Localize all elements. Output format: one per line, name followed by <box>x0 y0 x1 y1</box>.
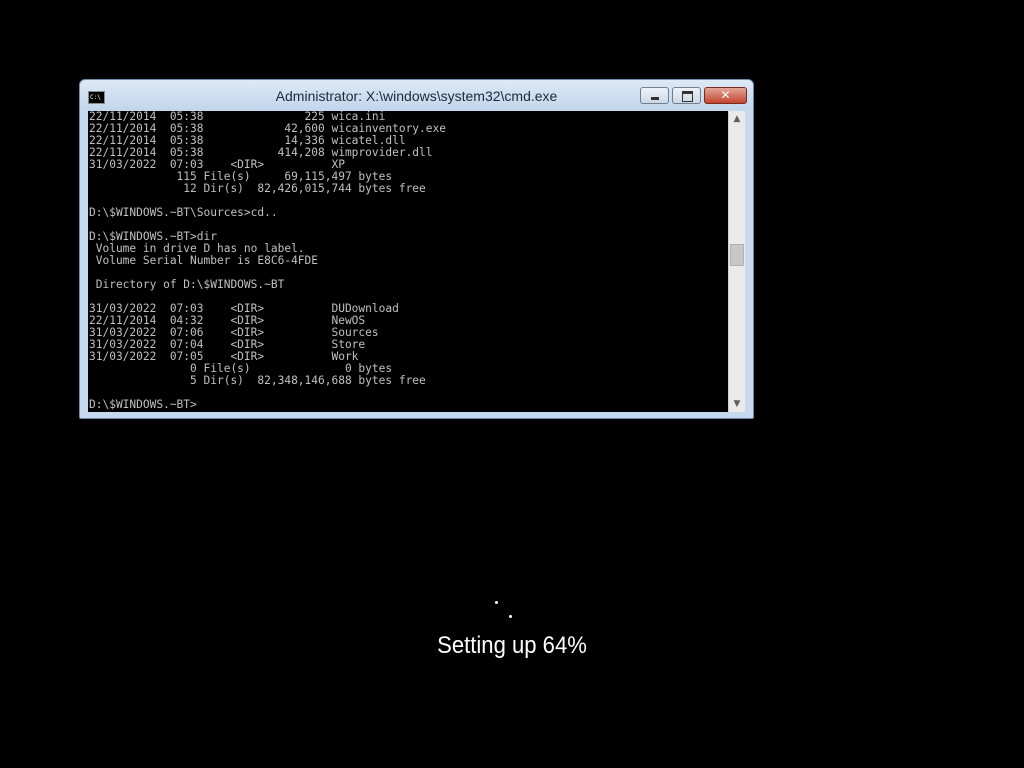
console-prompt-line[interactable]: D:\$WINDOWS.~BT> <box>88 399 728 411</box>
desktop: C:\ Administrator: X:\windows\system32\c… <box>0 0 1024 768</box>
minimize-button[interactable] <box>640 87 669 104</box>
loading-spinner-dot <box>495 601 498 604</box>
minimize-icon <box>651 97 659 100</box>
maximize-icon <box>682 91 693 102</box>
scrollbar-thumb[interactable] <box>730 244 744 266</box>
setup-progress-text: Setting up 64% <box>437 632 587 659</box>
console-output[interactable]: 22/11/2014 05:38 225 wica.ini 22/11/2014… <box>88 111 728 412</box>
loading-spinner-dot <box>509 615 512 618</box>
cmd-window[interactable]: C:\ Administrator: X:\windows\system32\c… <box>79 79 754 419</box>
vertical-scrollbar[interactable]: ▲ ▼ <box>728 111 745 412</box>
close-icon: ✕ <box>720 88 731 102</box>
close-button[interactable]: ✕ <box>704 87 747 104</box>
window-title: Administrator: X:\windows\system32\cmd.e… <box>275 88 558 104</box>
maximize-button[interactable] <box>672 87 701 104</box>
cmd-icon[interactable]: C:\ <box>88 91 105 104</box>
title-bar[interactable]: C:\ Administrator: X:\windows\system32\c… <box>80 80 753 110</box>
console-line: 5 Dir(s) 82,348,146,688 bytes free <box>89 374 426 387</box>
console-line: Directory of D:\$WINDOWS.~BT <box>89 278 285 291</box>
caption-buttons: ✕ <box>637 87 747 106</box>
chevron-down-icon[interactable]: ▼ <box>729 396 745 412</box>
console-line: D:\$WINDOWS.~BT\Sources>cd.. <box>89 206 278 219</box>
console-line: Volume Serial Number is E8C6-4FDE <box>89 254 319 267</box>
console-line: 12 Dir(s) 82,426,015,744 bytes free <box>89 182 426 195</box>
chevron-up-icon[interactable]: ▲ <box>729 111 745 127</box>
